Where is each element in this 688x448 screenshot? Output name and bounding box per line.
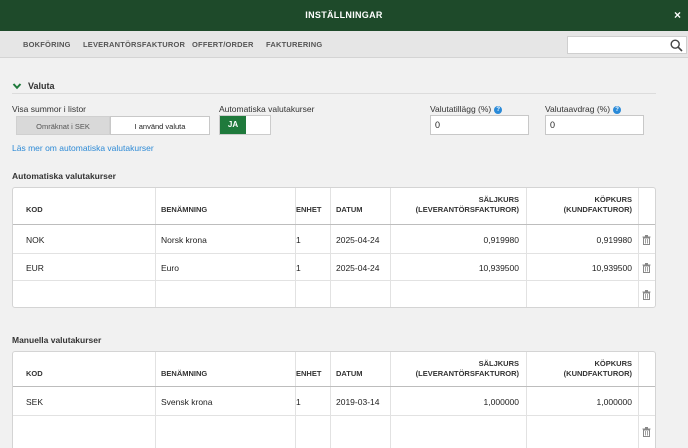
help-icon[interactable]: ? [613, 105, 622, 114]
header-benamning[interactable]: BENÄMNING [161, 369, 207, 378]
cell-datum: 2025-04-24 [336, 263, 380, 273]
help-icon[interactable]: ? [494, 105, 503, 114]
cell-enhet: 1 [296, 263, 301, 273]
table-row[interactable]: EUR Euro 1 2025-04-24 10,939500 10,93950… [13, 254, 655, 281]
window-title: INSTÄLLNINGAR [305, 10, 383, 20]
manual-rates-table: KOD BENÄMNING ENHET DATUM SÄLJKURS (LEVE… [12, 351, 656, 448]
tab-bar: BOKFÖRING LEVERANTÖRSFAKTUROR OFFERT/ORD… [0, 31, 688, 58]
manual-rates-title: Manuella valutakurser [12, 335, 102, 345]
auto-rates-table: KOD BENÄMNING ENHET DATUM SÄLJKURS (LEVE… [12, 187, 656, 308]
trash-icon[interactable] [642, 290, 651, 300]
cell-kopkurs: 0,919980 [596, 235, 632, 245]
section-title: Valuta [28, 81, 55, 91]
header-saljkurs-sub: (LEVERANTÖRSFAKTUROR) [415, 369, 519, 378]
table-row[interactable]: NOK Norsk krona 1 2025-04-24 0,919980 0,… [13, 225, 655, 254]
auto-rates-toggle[interactable]: JA [219, 115, 271, 135]
cell-kopkurs: 1,000000 [596, 397, 632, 407]
cell-benamning: Norsk krona [161, 235, 207, 245]
cell-kod: NOK [26, 235, 45, 245]
trash-icon[interactable] [642, 235, 651, 245]
close-icon[interactable]: × [674, 9, 681, 21]
cell-kopkurs: 10,939500 [591, 263, 632, 273]
header-kod[interactable]: KOD [26, 205, 43, 214]
tab-bokforing[interactable]: BOKFÖRING [23, 40, 71, 49]
header-kopkurs-sub: (KUNDFAKTUROR) [563, 369, 632, 378]
option-converted-sek[interactable]: Omräknat i SEK [16, 116, 110, 135]
deduction-input[interactable]: 0 [545, 115, 644, 135]
cell-saljkurs: 10,939500 [478, 263, 519, 273]
trash-icon[interactable] [642, 427, 651, 437]
search-icon[interactable] [670, 39, 683, 52]
trash-icon[interactable] [642, 263, 651, 273]
header-kopkurs[interactable]: KÖPKURS [529, 195, 632, 204]
table-header-row: KOD BENÄMNING ENHET DATUM SÄLJKURS (LEVE… [13, 352, 655, 387]
auto-rates-label: Automatiska valutakurser [219, 104, 315, 114]
table-row-empty[interactable] [13, 281, 655, 308]
cell-benamning: Euro [161, 263, 179, 273]
header-enhet[interactable]: ENHET [296, 369, 321, 378]
auto-rates-title: Automatiska valutakurser [12, 171, 116, 181]
window-titlebar: INSTÄLLNINGAR × [0, 0, 688, 31]
toggle-on-label: JA [220, 116, 246, 134]
cell-kod: SEK [26, 397, 44, 407]
tab-leverantorsfakturor[interactable]: LEVERANTÖRSFAKTUROR [83, 40, 185, 49]
show-sums-label: Visa summor i listor [12, 104, 86, 114]
cell-saljkurs: 0,919980 [483, 235, 519, 245]
section-valuta[interactable]: Valuta [12, 80, 656, 94]
header-saljkurs[interactable]: SÄLJKURS [393, 195, 519, 204]
header-kopkurs-sub: (KUNDFAKTUROR) [563, 205, 632, 214]
header-datum[interactable]: DATUM [336, 369, 363, 378]
surcharge-label-text: Valutatillägg (%) [430, 104, 492, 114]
table-row-empty[interactable] [13, 416, 655, 446]
surcharge-input[interactable]: 0 [430, 115, 529, 135]
table-row[interactable]: SEK Svensk krona 1 2019-03-14 1,000000 1… [13, 387, 655, 416]
chevron-down-icon[interactable] [12, 81, 22, 91]
read-more-link[interactable]: Läs mer om automatiska valutakurser [12, 143, 154, 153]
cell-datum: 2019-03-14 [336, 397, 380, 407]
header-datum[interactable]: DATUM [336, 205, 363, 214]
tab-fakturering[interactable]: FAKTURERING [266, 40, 322, 49]
cell-enhet: 1 [296, 397, 301, 407]
cell-datum: 2025-04-24 [336, 235, 380, 245]
header-benamning[interactable]: BENÄMNING [161, 205, 207, 214]
header-enhet[interactable]: ENHET [296, 205, 321, 214]
header-saljkurs[interactable]: SÄLJKURS [393, 359, 519, 368]
search-input[interactable] [567, 36, 687, 54]
deduction-label-text: Valutaavdrag (%) [545, 104, 611, 114]
table-header-row: KOD BENÄMNING ENHET DATUM SÄLJKURS (LEVE… [13, 188, 655, 225]
cell-benamning: Svensk krona [161, 397, 213, 407]
header-kopkurs[interactable]: KÖPKURS [529, 359, 632, 368]
cell-kod: EUR [26, 263, 44, 273]
header-saljkurs-sub: (LEVERANTÖRSFAKTUROR) [415, 205, 519, 214]
deduction-label: Valutaavdrag (%)? [545, 104, 622, 114]
header-kod[interactable]: KOD [26, 369, 43, 378]
surcharge-label: Valutatillägg (%)? [430, 104, 503, 114]
option-used-currency[interactable]: I använd valuta [110, 116, 210, 135]
tab-offert-order[interactable]: OFFERT/ORDER [192, 40, 254, 49]
cell-enhet: 1 [296, 235, 301, 245]
cell-saljkurs: 1,000000 [483, 397, 519, 407]
